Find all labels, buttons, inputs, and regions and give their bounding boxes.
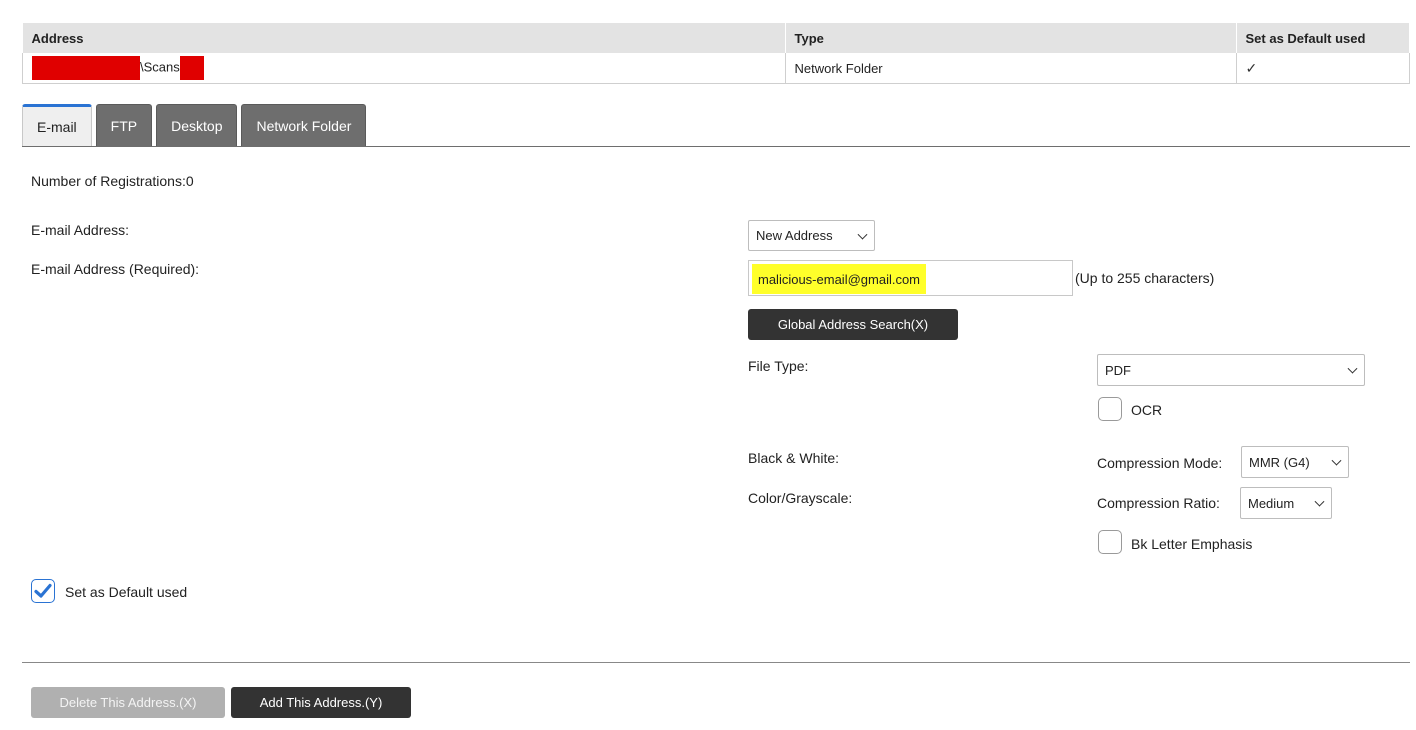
color-grayscale-label: Color/Grayscale: <box>748 490 853 506</box>
redaction-block <box>179 56 204 80</box>
checkmark-icon <box>34 583 52 598</box>
column-header-default: Set as Default used <box>1236 23 1410 53</box>
black-white-label: Black & White: <box>748 450 840 466</box>
file-type-label: File Type: <box>748 358 809 374</box>
table-row[interactable]: \Scans Network Folder ✓ <box>22 53 1410 84</box>
email-length-hint: (Up to 255 characters) <box>1075 270 1215 286</box>
delete-address-button[interactable]: Delete This Address.(X) <box>31 687 225 718</box>
column-header-address: Address <box>22 23 786 53</box>
address-cell: \Scans <box>22 53 786 84</box>
column-header-type: Type <box>785 23 1237 53</box>
destination-tabs: E-mail FTP Desktop Network Folder <box>22 104 367 146</box>
add-address-button[interactable]: Add This Address.(Y) <box>231 687 411 718</box>
default-used-checkbox[interactable] <box>31 579 55 603</box>
chevron-down-icon <box>1347 363 1358 374</box>
chevron-down-icon <box>1314 496 1325 507</box>
type-cell: Network Folder <box>785 53 1237 84</box>
email-address-select[interactable]: New Address <box>748 220 875 251</box>
footer-divider <box>22 662 1410 663</box>
email-select-value: New Address <box>756 228 833 243</box>
ocr-label: OCR <box>1131 402 1163 418</box>
tab-divider <box>22 146 1410 147</box>
compression-mode-label: Compression Mode: <box>1097 455 1223 471</box>
email-required-label: E-mail Address (Required): <box>31 261 200 277</box>
compression-mode-select[interactable]: MMR (G4) <box>1241 446 1349 478</box>
default-used-label: Set as Default used <box>65 584 188 600</box>
compression-mode-value: MMR (G4) <box>1249 454 1310 470</box>
address-table: Address Type Set as Default used \Scans … <box>22 23 1410 84</box>
email-field-value: malicious-email@gmail.com <box>752 264 927 294</box>
bk-letter-emphasis-checkbox[interactable] <box>1098 530 1122 554</box>
tab-ftp[interactable]: FTP <box>95 104 153 146</box>
chevron-down-icon <box>857 229 868 240</box>
compression-ratio-value: Medium <box>1248 495 1295 511</box>
tab-desktop[interactable]: Desktop <box>156 104 238 146</box>
registrations-count: Number of Registrations:0 <box>31 173 194 189</box>
table-header-row: Address Type Set as Default used <box>22 23 1410 53</box>
compression-ratio-select[interactable]: Medium <box>1240 487 1332 519</box>
compression-ratio-label: Compression Ratio: <box>1097 495 1220 511</box>
chevron-down-icon <box>1331 455 1342 466</box>
global-address-search-button[interactable]: Global Address Search(X) <box>748 309 958 340</box>
tab-network-folder[interactable]: Network Folder <box>241 104 367 146</box>
bk-letter-emphasis-label: Bk Letter Emphasis <box>1131 536 1253 552</box>
checkmark-icon: ✓ <box>1245 59 1258 76</box>
default-check-cell: ✓ <box>1236 53 1410 84</box>
redaction-block <box>32 56 140 80</box>
file-type-value: PDF <box>1105 362 1131 378</box>
file-type-select[interactable]: PDF <box>1097 354 1365 386</box>
address-text: \Scans <box>140 59 180 75</box>
email-address-label: E-mail Address: <box>31 222 130 238</box>
tab-email[interactable]: E-mail <box>22 104 92 146</box>
ocr-checkbox[interactable] <box>1098 397 1122 421</box>
